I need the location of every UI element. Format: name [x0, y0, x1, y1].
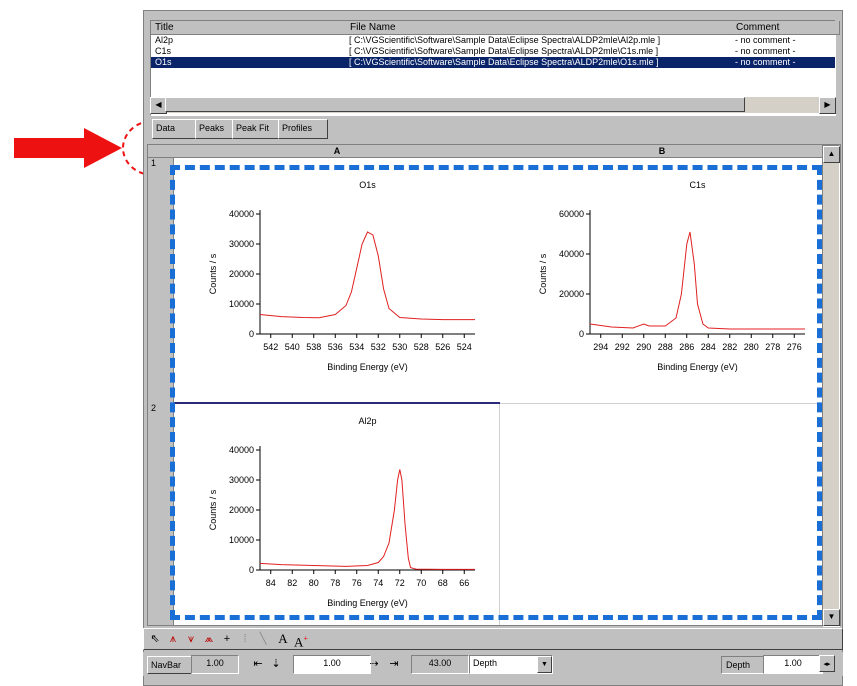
- scroll-down-arrow-icon[interactable]: ▼: [823, 609, 840, 626]
- text-add-icon[interactable]: A+: [294, 632, 308, 649]
- column-header-file-name[interactable]: File Name: [346, 21, 737, 35]
- region-icon[interactable]: ⁞: [238, 632, 252, 646]
- list-item-file: [ C:\VGScientific\Software\Sample Data\E…: [349, 57, 659, 67]
- position-value-field: 43.00: [411, 655, 469, 674]
- peak-multi-icon[interactable]: ⩕: [202, 632, 216, 646]
- chevron-down-icon[interactable]: ▼: [537, 656, 552, 673]
- column-header-comment[interactable]: Comment: [732, 21, 840, 35]
- column-header-a[interactable]: A: [174, 145, 501, 158]
- scroll-up-arrow-icon[interactable]: ▲: [823, 146, 840, 163]
- step-back-icon[interactable]: ⇤: [251, 657, 265, 671]
- step-forward-icon[interactable]: ⇥: [387, 657, 401, 671]
- list-item-title: C1s: [155, 46, 172, 56]
- peak-fit-icon[interactable]: ⩛: [184, 632, 198, 646]
- crosshair-icon[interactable]: +: [220, 632, 234, 646]
- column-header-b[interactable]: B: [500, 145, 825, 158]
- list-item-selected[interactable]: O1s [ C:\VGScientific\Software\Sample Da…: [151, 57, 835, 68]
- text-icon[interactable]: A: [276, 632, 290, 646]
- mode-select[interactable]: Depth ▼: [469, 655, 553, 674]
- navigation-bar: NavBar 1.00 ⇤ ⇣ 1.00 ⇢ ⇥ 43.00 Depth ▼ D…: [143, 652, 843, 676]
- row-header-1-label: 1: [151, 158, 157, 168]
- grid-corner: [148, 145, 175, 158]
- list-item-title: Al2p: [155, 35, 174, 45]
- tab-profiles-label: Profiles: [282, 123, 313, 133]
- column-header-file-name-label: File Name: [350, 22, 396, 33]
- column-header-title[interactable]: Title: [151, 21, 351, 35]
- list-horizontal-scrollbar[interactable]: ◀ ▶: [150, 97, 836, 114]
- column-header-comment-label: Comment: [736, 22, 780, 33]
- grid-vertical-scrollbar[interactable]: ▲ ▼: [822, 145, 840, 627]
- depth-spinner[interactable]: ◂▸: [819, 655, 835, 672]
- peak-add-icon[interactable]: ⩚: [166, 632, 180, 646]
- column-header-a-label: A: [333, 146, 341, 156]
- step-down-icon[interactable]: ⇣: [269, 657, 283, 671]
- line-icon[interactable]: ╲: [256, 632, 270, 646]
- depth-value-field[interactable]: 1.00: [763, 655, 823, 674]
- drawing-toolbar: ⇖ ⩚ ⩛ ⩕ + ⁞ ╲ A A+: [143, 628, 843, 650]
- step-up-icon[interactable]: ⇢: [367, 657, 381, 671]
- column-header-title-label: Title: [155, 22, 174, 33]
- tab-data-label: Data: [156, 123, 176, 133]
- mode-select-value: Depth: [473, 658, 498, 668]
- step-value-field[interactable]: 1.00: [293, 655, 371, 674]
- list-item-comment: - no comment -: [735, 57, 796, 67]
- list-item-comment: - no comment -: [735, 46, 796, 56]
- list-item-title: O1s: [155, 57, 172, 67]
- column-header-b-label: B: [658, 146, 666, 156]
- navbar-label: NavBar: [147, 656, 194, 674]
- selection-highlight-dashed-border: [170, 165, 822, 620]
- list-item-file: [ C:\VGScientific\Software\Sample Data\E…: [349, 46, 659, 56]
- list-item-file: [ C:\VGScientific\Software\Sample Data\E…: [349, 35, 661, 45]
- pointer-icon[interactable]: ⇖: [148, 632, 162, 646]
- red-arrow-annotation: [14, 128, 122, 168]
- list-item[interactable]: C1s [ C:\VGScientific\Software\Sample Da…: [151, 46, 835, 57]
- tab-peaks-label: Peaks: [199, 123, 225, 133]
- depth-label: Depth: [721, 656, 765, 674]
- list-item[interactable]: Al2p [ C:\VGScientific\Software\Sample D…: [151, 35, 835, 46]
- scroll-right-arrow-icon[interactable]: ▶: [819, 97, 836, 114]
- row-header-2-label: 2: [151, 403, 157, 413]
- tab-peak-fit-label: Peak Fit: [236, 123, 270, 133]
- navbar-value-field[interactable]: 1.00: [191, 655, 239, 674]
- tab-profiles[interactable]: Profiles: [278, 119, 328, 139]
- scroll-thumb[interactable]: [165, 97, 745, 112]
- list-item-comment: - no comment -: [735, 35, 796, 45]
